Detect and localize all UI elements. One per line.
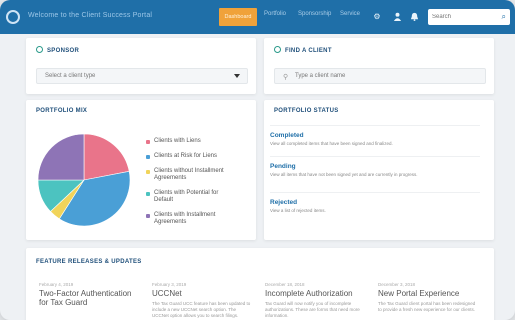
search-box: ⌕ (428, 9, 510, 25)
logo-icon[interactable] (6, 10, 20, 24)
sponsor-select-value: Select a client type (45, 73, 96, 79)
feature-title: UCCNet (152, 289, 182, 298)
nav-item-service[interactable]: Service (340, 11, 360, 17)
find-client-card-title: FIND A CLIENT (274, 46, 332, 54)
app-title: Welcome to the Client Success Portal (28, 12, 153, 19)
legend-item: Clients without Installment Agreements (146, 168, 236, 182)
feature-desc: The Tax Guard UCC feature has been updat… (152, 301, 251, 318)
feature-desc: The Tax Guard client portal has been red… (378, 301, 476, 312)
feature-title: Two-Factor Authentication for Tax Guard (39, 289, 132, 307)
search-icon[interactable]: ⌕ (502, 12, 506, 22)
legend-label: Clients with Liens (154, 138, 201, 144)
feature-releases-title: FEATURE RELEASES & UPDATES (36, 259, 142, 265)
legend-swatch (146, 192, 150, 196)
feature-item[interactable]: December 3, 2018 New Portal Experience T… (378, 282, 478, 313)
status-item-title: Pending (270, 163, 296, 170)
legend-swatch (146, 140, 150, 144)
feature-item[interactable]: February 4, 2019 Two-Factor Authenticati… (39, 282, 139, 310)
legend-item: Clients with Liens (146, 138, 236, 145)
find-client-card: FIND A CLIENT ⚲ Type a client name (264, 38, 494, 94)
feature-date: December 18, 2018 (265, 282, 305, 287)
status-item-desc: View all completed items that have been … (270, 141, 393, 146)
gear-icon[interactable]: ⚙ (372, 12, 382, 22)
legend-item: Clients with Potential for Default (146, 190, 236, 204)
divider (270, 125, 480, 126)
find-client-input[interactable]: ⚲ Type a client name (274, 68, 486, 84)
nav-item-portfolio[interactable]: Portfolio (264, 11, 286, 17)
portfolio-pie-chart (37, 133, 131, 227)
status-item-title: Rejected (270, 199, 298, 206)
sponsor-card-title: SPONSOR (36, 46, 79, 54)
search-input[interactable] (432, 11, 492, 23)
legend-label: Clients with Installment Agreements (154, 212, 216, 225)
sponsor-icon (36, 46, 43, 53)
status-item-title: Completed (270, 132, 304, 139)
client-icon (274, 46, 281, 53)
legend-swatch (146, 214, 150, 218)
legend-label: Clients without Installment Agreements (154, 168, 224, 181)
legend-label: Clients at Risk for Liens (154, 153, 218, 159)
status-item-rejected[interactable]: Rejected View a list of rejected items. (270, 199, 480, 214)
location-pin-icon: ⚲ (283, 74, 289, 81)
pie-slice-4[interactable] (37, 133, 85, 181)
pie-legend: Clients with Liens Clients at Risk for L… (146, 138, 236, 234)
feature-item[interactable]: February 3, 2019 UCCNet The Tax Guard UC… (152, 282, 252, 319)
divider (270, 156, 480, 157)
feature-date: February 4, 2019 (39, 282, 74, 287)
user-icon[interactable] (392, 12, 402, 22)
top-nav-bar: Welcome to the Client Success Portal Das… (0, 0, 515, 34)
feature-title: New Portal Experience (378, 289, 460, 298)
portfolio-mix-title: PORTFOLIO MIX (36, 108, 88, 114)
status-item-pending[interactable]: Pending View all items that have not bee… (270, 163, 480, 178)
portfolio-status-title: PORTFOLIO STATUS (274, 108, 339, 114)
feature-date: December 3, 2018 (378, 282, 416, 287)
feature-item[interactable]: December 18, 2018 Incomplete Authorizati… (265, 282, 365, 319)
status-item-completed[interactable]: Completed View all completed items that … (270, 132, 480, 147)
nav-item-sponsorship[interactable]: Sponsorship (298, 11, 331, 17)
sponsor-card: SPONSOR Select a client type (26, 38, 256, 94)
divider (270, 192, 480, 193)
bell-icon[interactable] (409, 12, 419, 22)
sponsor-select[interactable]: Select a client type (36, 68, 248, 84)
app-window: Welcome to the Client Success Portal Das… (0, 0, 515, 320)
legend-label: Clients with Potential for Default (154, 190, 219, 203)
legend-swatch (146, 155, 150, 159)
status-item-desc: View all items that have not been signed… (270, 172, 418, 177)
legend-item: Clients with Installment Agreements (146, 212, 236, 226)
find-client-placeholder: Type a client name (295, 73, 346, 79)
status-item-desc: View a list of rejected items. (270, 208, 326, 213)
legend-swatch (146, 170, 150, 174)
feature-date: February 3, 2019 (152, 282, 187, 287)
chevron-down-icon (234, 74, 240, 78)
legend-item: Clients at Risk for Liens (146, 153, 236, 160)
nav-item-label: Dashboard (224, 14, 252, 20)
nav-item-dashboard[interactable]: Dashboard (219, 8, 257, 26)
feature-desc: Tax Guard will now notify you of incompl… (265, 301, 360, 318)
feature-title: Incomplete Authorization (265, 289, 353, 298)
